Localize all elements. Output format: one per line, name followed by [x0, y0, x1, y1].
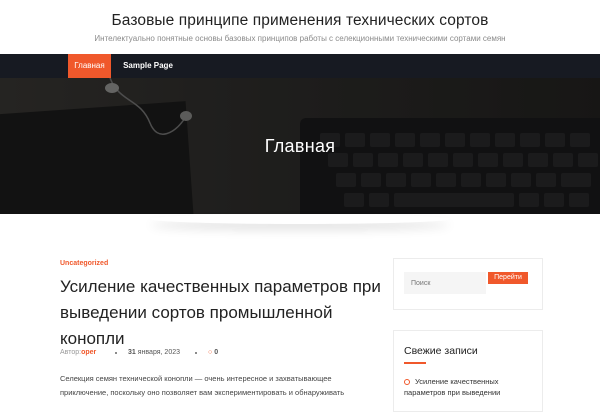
author-label: Автор: [60, 349, 82, 356]
nav-item-sample-page[interactable]: Sample Page [117, 54, 179, 78]
recent-post-item[interactable]: Усиление качественных параметров при выв… [404, 376, 529, 398]
hero-shadow [150, 214, 450, 224]
meta-separator [115, 352, 117, 354]
site-description: Интелектуально понятные основы базовых п… [94, 34, 506, 43]
post-excerpt: Селекция семян технической конопли — оче… [60, 374, 345, 397]
nav-item-home[interactable]: Главная [68, 54, 111, 78]
post-title-link[interactable]: Усиление качественных параметров при выв… [60, 274, 385, 352]
site-title[interactable]: Базовые принципе применения технических … [0, 0, 600, 30]
site-header: Базовые принципе применения технических … [0, 0, 600, 54]
search-button[interactable]: Перейти [488, 272, 528, 284]
hero-title: Главная [264, 136, 336, 156]
post-author: Автор:oper [60, 349, 96, 356]
author-link[interactable]: oper [81, 349, 96, 356]
post-date[interactable]: 31 января, 2023 [128, 349, 180, 356]
comment-count: 0 [214, 349, 219, 356]
date-day: 31 [128, 349, 136, 356]
recent-post-label: Усиление качественных параметров при выв… [404, 377, 501, 397]
post-category-link[interactable]: Uncategorized [60, 260, 108, 267]
title-underline [404, 362, 426, 364]
post-comments[interactable]: ○ 0 [208, 349, 218, 356]
recent-posts-title: Свежие записи [404, 345, 478, 357]
main-navigation: Главная Sample Page [0, 54, 600, 78]
meta-separator [195, 352, 197, 354]
circle-bullet-icon [404, 379, 410, 386]
search-input[interactable] [404, 272, 486, 294]
hero-banner: Главная [0, 78, 600, 214]
comment-icon: ○ [208, 349, 213, 356]
date-rest: января, 2023 [137, 349, 181, 356]
